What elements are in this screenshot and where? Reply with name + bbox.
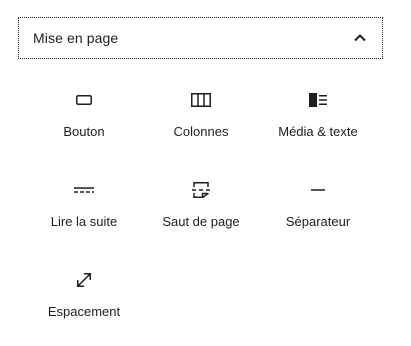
block-separator[interactable]: Séparateur: [263, 172, 373, 246]
block-grid: Bouton Colonnes Média & texte Lire la su…: [0, 0, 411, 346]
block-label: Espacement: [47, 304, 121, 319]
block-category-panel: Mise en page Bouton Colonnes Média & tex…: [0, 0, 411, 346]
media-text-icon: [306, 88, 330, 112]
block-label: Bouton: [63, 124, 105, 139]
block-page-break[interactable]: Saut de page: [146, 172, 256, 246]
block-more[interactable]: Lire la suite: [29, 172, 139, 246]
block-label: Média & texte: [278, 124, 358, 139]
more-icon: [72, 178, 96, 202]
page-break-icon: [189, 178, 213, 202]
columns-icon: [189, 88, 213, 112]
block-button[interactable]: Bouton: [29, 82, 139, 156]
block-label: Séparateur: [285, 214, 351, 229]
spacer-icon: [72, 268, 96, 292]
block-label: Saut de page: [162, 214, 240, 229]
block-columns[interactable]: Colonnes: [146, 82, 256, 156]
block-media-text[interactable]: Média & texte: [263, 82, 373, 156]
button-icon: [72, 88, 96, 112]
separator-icon: [306, 178, 330, 202]
block-label: Lire la suite: [50, 214, 118, 229]
block-spacer[interactable]: Espacement: [29, 262, 139, 336]
block-label: Colonnes: [173, 124, 229, 139]
